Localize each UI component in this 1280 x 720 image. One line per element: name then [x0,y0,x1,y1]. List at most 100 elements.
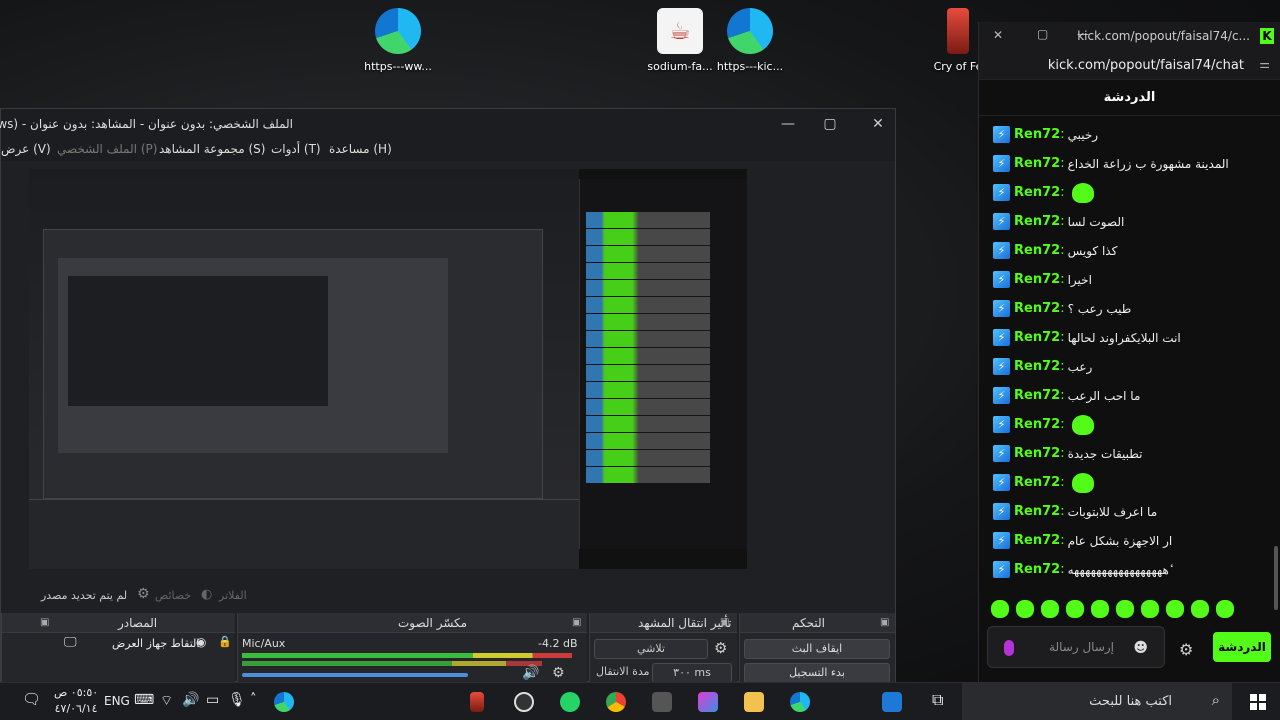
site-settings-icon[interactable]: ⚌ [1259,57,1270,71]
chat-scrollbar[interactable] [1274,546,1278,610]
start-record-button[interactable]: بدء التسجيل [744,663,890,683]
wifi-icon[interactable]: ⌔ [160,692,173,710]
gear-icon[interactable]: ⚙ [137,586,150,602]
gear-icon[interactable]: ⚙ [714,639,727,657]
lock-icon[interactable]: 🔒 [218,635,232,648]
chat-username[interactable]: Ren72 [1014,562,1060,577]
emote-icon[interactable] [1216,600,1234,618]
emoji-icon[interactable]: ☻ [1133,640,1148,656]
maximize-icon[interactable]: ▢ [1037,27,1048,41]
user-badge-icon: ⚡ [993,561,1010,578]
stop-stream-button[interactable]: ايقاف البث [744,639,890,659]
address-bar[interactable]: kick.com/popout/faisal74/chat ⚌ [979,50,1280,80]
emote-icon[interactable] [1191,600,1209,618]
emote-icon[interactable] [1066,600,1084,618]
obs-preview-canvas[interactable] [29,169,747,569]
chat-username[interactable]: Ren72 [1014,417,1060,432]
mixer-level-db: -4.2 dB [538,637,578,650]
chat-username[interactable]: Ren72 [1014,214,1060,229]
chat-username[interactable]: Ren72 [1014,446,1060,461]
menu-tools[interactable]: أدوات (T) [271,142,321,156]
menu-help[interactable]: مساعدة (H) [329,142,392,156]
office-icon[interactable] [698,692,718,712]
dock-pin-icon[interactable]: ▣ [572,617,581,628]
username-separator: : [1060,185,1065,200]
task-view-icon[interactable]: ⧉ [932,690,943,710]
menu-profile[interactable]: الملف الشخصي (P) [57,142,157,156]
kick-chat-popout: ✕ ▢ — kick.com/popout/faisal74/c... K ki… [978,22,1280,682]
dock-pin-icon[interactable]: ▣ [40,617,49,628]
emote-icon[interactable] [1091,600,1109,618]
username-separator: : [1060,533,1065,548]
app-icon[interactable] [652,692,672,712]
chevron-up-icon[interactable]: ˄ [250,692,257,707]
chat-username[interactable]: Ren72 [1014,359,1060,374]
taskbar-search-box[interactable]: ⌕ اكتب هنا للبحث [962,683,1232,720]
chat-username[interactable]: Ren72 [1014,330,1060,345]
duration-spinbox[interactable]: ٣٠٠ ms [652,663,732,683]
volume-slider[interactable] [242,673,468,677]
chat-username[interactable]: Ren72 [1014,185,1060,200]
emote-icon[interactable] [1166,600,1184,618]
chat-username[interactable]: Ren72 [1014,127,1060,142]
obs-icon[interactable] [514,692,534,712]
battery-icon[interactable]: ▭ [206,692,219,708]
chat-send-button[interactable]: الدردشة [1213,632,1271,662]
mail-icon[interactable] [882,692,902,712]
audio-mixer-dock: مكسّر الصوت ▣ Mic/Aux -4.2 dB 🔊 ⚙ [237,613,587,683]
chat-username[interactable]: Ren72 [1014,156,1060,171]
chat-username[interactable]: Ren72 [1014,388,1060,403]
gear-icon[interactable]: ⚙ [552,665,565,681]
desktop-icon-edge-1[interactable]: https---ww... [356,8,440,73]
chat-message-input[interactable]: إرسال رسالة ☻ [987,626,1165,668]
filter-icon[interactable]: ◐ [201,587,212,602]
chat-message: ⚡ Ren72: ار الاجهزة بشكل عام [993,526,1266,555]
clock[interactable]: ٠٥:٥٠ ص ٤٧/٠٦/١٤ [54,685,98,717]
filters-button[interactable]: الفلاتر [219,589,247,602]
chat-window-title: kick.com/popout/faisal74/c... [1077,29,1250,43]
close-icon[interactable]: ✕ [993,28,1003,42]
dock-pin-icon[interactable]: ▣ [720,617,729,628]
notification-icon[interactable]: 🗨 [22,690,41,708]
dock-pin-icon[interactable]: ▣ [880,617,889,628]
language-indicator[interactable]: ENG [104,694,130,708]
properties-button[interactable]: خصائص [155,589,191,602]
mic-icon[interactable]: 🎙 [228,692,246,708]
transition-type-select[interactable]: تلاشي [594,639,708,659]
maximize-icon[interactable]: ▢ [815,114,845,134]
close-icon[interactable]: ✕ [863,114,893,134]
emote-icon[interactable] [1116,600,1134,618]
edge-taskbar-icon[interactable] [790,692,810,712]
eye-icon[interactable]: ◉ [196,635,206,649]
clock-date: ٤٧/٠٦/١٤ [54,702,98,715]
speaker-icon[interactable]: 🔊 [182,692,199,708]
emote-icon[interactable] [1016,600,1034,618]
edge-taskbar-icon[interactable] [274,692,294,712]
mic-icon[interactable] [1004,640,1014,656]
whatsapp-icon[interactable] [560,692,580,712]
gear-icon[interactable]: ⚙ [1179,640,1193,659]
chat-message: ⚡ Ren72: اخيرا [993,265,1266,294]
chat-username[interactable]: Ren72 [1014,533,1060,548]
windows-start-icon[interactable] [1250,694,1266,710]
minimize-icon[interactable]: — [773,114,803,134]
chat-username[interactable]: Ren72 [1014,301,1060,316]
emote-icon[interactable] [1041,600,1059,618]
tray-icon[interactable]: ⌨ [134,692,154,708]
file-explorer-icon[interactable] [744,692,764,712]
speaker-icon[interactable]: 🔊 [522,665,539,681]
chrome-icon[interactable] [606,692,626,712]
transitions-dock: تأثير انتقال المشهد ▣ تلاشي ⚙ مدة الانتق… [589,613,737,683]
chat-username[interactable]: Ren72 [1014,243,1060,258]
menu-scene-collection[interactable]: مجموعة المشاهد (S) [159,142,265,156]
phone-app-icon[interactable] [470,692,484,712]
emote-icon[interactable] [1141,600,1159,618]
chat-username[interactable]: Ren72 [1014,504,1060,519]
user-badge-icon: ⚡ [993,329,1010,346]
desktop-icon-edge-2[interactable]: https---kic... [708,8,792,73]
chat-username[interactable]: Ren72 [1014,272,1060,287]
source-item[interactable]: 🖵 التقاط جهاز العرض ◉ 🔒 [2,633,235,655]
emote-icon[interactable] [991,600,1009,618]
chat-username[interactable]: Ren72 [1014,475,1060,490]
menu-view[interactable]: عرض (V) [1,142,51,156]
